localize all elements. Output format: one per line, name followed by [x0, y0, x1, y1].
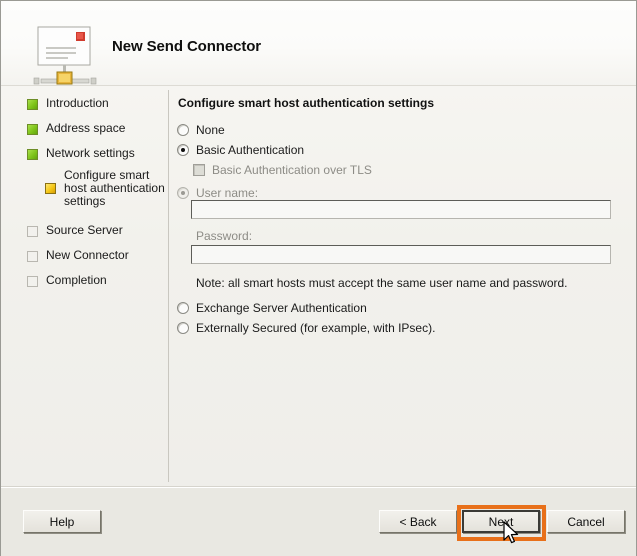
radio-icon — [177, 322, 189, 334]
sidebar-item-address-space[interactable]: Address space — [27, 122, 125, 135]
radio-icon — [177, 302, 189, 314]
sidebar-item-new-connector[interactable]: New Connector — [27, 249, 129, 262]
wizard-header: New Send Connector — [1, 1, 636, 86]
sidebar-item-label: Network settings — [46, 146, 135, 160]
yellow-square-icon — [45, 183, 56, 194]
cancel-button[interactable]: Cancel — [547, 510, 625, 533]
send-connector-icon — [29, 21, 101, 86]
sidebar-item-configure-smart-host-authentication-settings[interactable]: Configure smart host authentication sett… — [45, 169, 170, 208]
sidebar-item-label: Address space — [46, 121, 126, 135]
radio-selected-icon — [177, 144, 189, 156]
next-button[interactable]: Next — [462, 510, 540, 533]
radio-label: Basic Authentication — [196, 143, 305, 157]
empty-square-icon — [27, 276, 38, 287]
radio-option-none[interactable]: None — [177, 123, 225, 137]
wizard-steps-sidebar: Introduction Address space Network setti… — [1, 86, 168, 486]
sidebar-item-source-server[interactable]: Source Server — [27, 224, 123, 237]
wizard-body: Introduction Address space Network setti… — [1, 86, 636, 486]
green-square-icon — [27, 124, 38, 135]
password-input[interactable] — [191, 245, 611, 264]
note-text: Note: all smart hosts must accept the sa… — [196, 276, 568, 290]
sidebar-item-label: Completion — [46, 273, 107, 287]
section-heading: Configure smart host authentication sett… — [178, 96, 435, 110]
checkbox-icon — [193, 164, 205, 176]
new-send-connector-wizard: New Send Connector Introduction Address … — [0, 0, 637, 556]
username-label-row: User name: — [177, 186, 258, 200]
sidebar-item-network-settings[interactable]: Network settings — [27, 147, 135, 160]
radio-label: Exchange Server Authentication — [196, 301, 367, 315]
sidebar-item-completion[interactable]: Completion — [27, 274, 107, 287]
radio-icon — [177, 124, 189, 136]
wizard-footer: Help < Back Next Cancel — [1, 486, 636, 556]
radio-label: Externally Secured (for example, with IP… — [196, 321, 436, 335]
green-square-icon — [27, 149, 38, 160]
radio-option-exchange-server-authentication[interactable]: Exchange Server Authentication — [177, 301, 367, 315]
sidebar-item-introduction[interactable]: Introduction — [27, 97, 109, 110]
sidebar-item-label: New Connector — [46, 248, 129, 262]
page-title: New Send Connector — [112, 38, 262, 55]
checkbox-basic-authentication-over-tls[interactable]: Basic Authentication over TLS — [193, 163, 372, 177]
wizard-content-panel: Configure smart host authentication sett… — [169, 86, 636, 486]
password-label: Password: — [196, 229, 253, 243]
radio-label: None — [196, 123, 225, 137]
empty-square-icon — [27, 251, 38, 262]
username-input[interactable] — [191, 200, 611, 219]
green-square-icon — [27, 99, 38, 110]
radio-disabled-icon — [177, 187, 189, 199]
back-button[interactable]: < Back — [379, 510, 457, 533]
username-label: User name: — [196, 186, 259, 200]
radio-option-externally-secured[interactable]: Externally Secured (for example, with IP… — [177, 321, 435, 335]
radio-option-basic-authentication[interactable]: Basic Authentication — [177, 143, 304, 157]
help-button[interactable]: Help — [23, 510, 101, 533]
sidebar-item-label: Source Server — [46, 223, 123, 237]
empty-square-icon — [27, 226, 38, 237]
sidebar-item-label: Configure smart host authentication sett… — [64, 168, 165, 208]
checkbox-label: Basic Authentication over TLS — [212, 163, 372, 177]
sidebar-item-label: Introduction — [46, 96, 109, 110]
